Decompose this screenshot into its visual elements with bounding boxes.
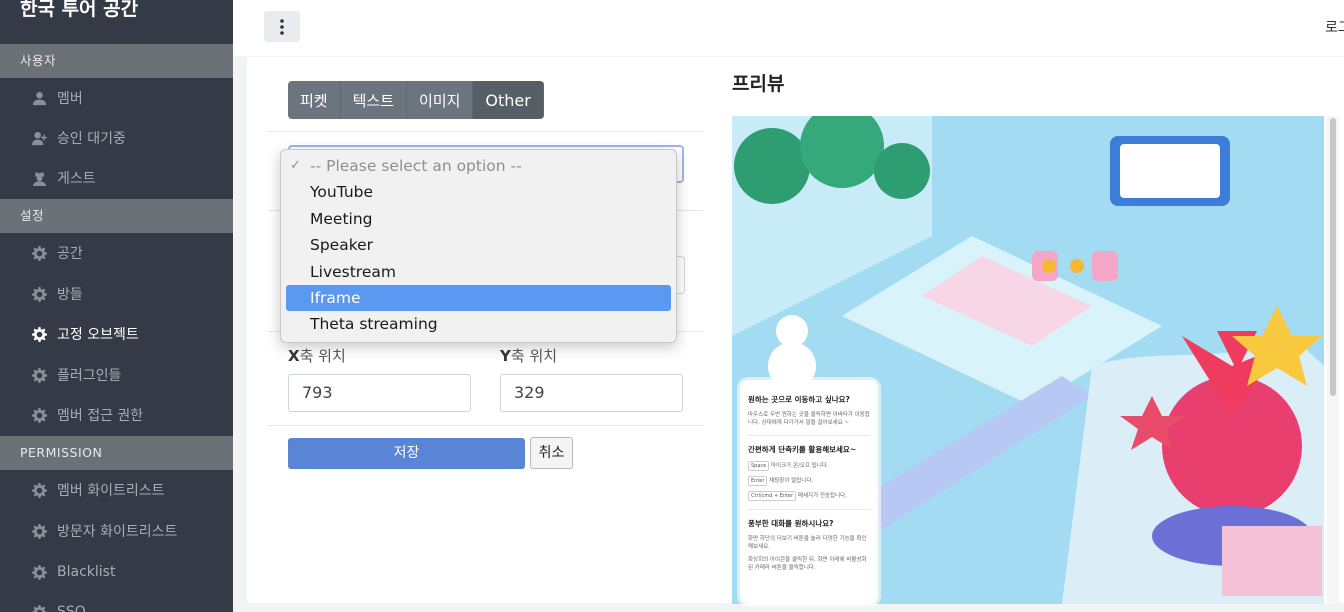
user-icon [31, 90, 47, 106]
divider [748, 435, 870, 436]
help-shortcut: Ctrl/cmd + Enter 메세지가 전송됩니다. [748, 491, 870, 501]
tab-text[interactable]: 텍스트 [340, 81, 408, 119]
sidebar-item-label: 플러그인들 [57, 368, 122, 384]
key-badge: Space [748, 461, 770, 471]
tab-other[interactable]: Other [473, 81, 544, 119]
scrollbar-thumb[interactable] [1330, 118, 1336, 396]
y-position-input[interactable]: 329 [500, 374, 683, 412]
option-meeting[interactable]: Meeting [286, 206, 671, 232]
gear-icon [31, 367, 47, 383]
option-iframe[interactable]: Iframe [286, 284, 671, 312]
object-type-tabs: 피켓 텍스트 이미지 Other [288, 81, 544, 119]
more-menu-button[interactable] [264, 11, 300, 42]
gear-icon [31, 326, 47, 342]
sidebar-item-fixed-objects[interactable]: 고정 오브젝트 [0, 314, 233, 354]
sidebar: 한국 투어 공간 사용자 멤버 승인 대기중 게스트 설정 공간 방들 고정 오… [0, 0, 233, 612]
option-speaker[interactable]: Speaker [286, 232, 671, 258]
help-shortcut-text: 채팅창이 열립니다. [769, 478, 814, 484]
divider [268, 425, 704, 426]
key-badge: Enter [748, 476, 768, 486]
x-axis-letter: X [288, 347, 300, 365]
help-shortcut-text: 마이크가 온/오프 됩니다. [771, 463, 829, 469]
tab-picket[interactable]: 피켓 [288, 81, 341, 119]
sidebar-item-space[interactable]: 공간 [0, 233, 233, 273]
gear-icon [31, 407, 47, 423]
option-theta-streaming[interactable]: Theta streaming [286, 311, 671, 337]
sidebar-item-label: 멤버 [57, 91, 83, 107]
sidebar-item-members[interactable]: 멤버 [0, 78, 233, 118]
option-label: -- Please select an option -- [310, 157, 522, 175]
sidebar-item-label: 게스트 [57, 171, 96, 187]
preview-title: 프리뷰 [732, 73, 785, 95]
gear-icon [31, 604, 47, 612]
divider [268, 131, 704, 132]
sidebar-item-member-access[interactable]: 멤버 접근 권한 [0, 395, 233, 435]
help-heading: 풍부한 대화를 원하시나요? [748, 519, 834, 528]
help-shortcut: Space 마이크가 온/오프 됩니다. [748, 461, 870, 471]
section-users: 사용자 [0, 44, 233, 78]
user-secret-icon [31, 170, 47, 186]
sidebar-item-label: Blacklist [57, 564, 116, 580]
x-position-input[interactable]: 793 [288, 374, 471, 412]
gear-icon [31, 482, 47, 498]
help-heading: 원하는 곳으로 이동하고 싶나요? [748, 395, 850, 404]
help-text: 화상회의 아이콘을 클릭한 뒤, 화면 아래에 비활성화된 카메라 버튼을 클릭… [748, 557, 867, 571]
sidebar-item-label: SSO [57, 604, 86, 612]
sidebar-item-visitor-whitelist[interactable]: 방문자 화이트리스트 [0, 511, 233, 551]
y-position-label: Y축 위치 [500, 345, 557, 366]
section-permission: PERMISSION [0, 436, 233, 470]
sidebar-item-label: 방문자 화이트리스트 [57, 524, 178, 540]
gear-icon [31, 523, 47, 539]
tab-image[interactable]: 이미지 [407, 81, 474, 119]
section-settings: 설정 [0, 199, 233, 233]
sidebar-item-rooms[interactable]: 방들 [0, 274, 233, 314]
y-axis-letter: Y [500, 347, 511, 365]
key-badge: Ctrl/cmd + Enter [748, 491, 797, 501]
help-heading: 간편하게 단축키를 활용해보세요~ [748, 445, 857, 454]
option-placeholder[interactable]: ✓ -- Please select an option -- [286, 153, 671, 179]
preview-scrollbar[interactable] [1327, 116, 1339, 604]
top-bar: 로그 [233, 0, 1344, 56]
top-right-link[interactable]: 로그 [1325, 17, 1344, 37]
sidebar-item-label: 승인 대기중 [57, 131, 126, 147]
sidebar-item-blacklist[interactable]: Blacklist [0, 552, 233, 592]
help-text: 마우스로 두번 원하는 곳을 클릭하면 아바타가 이동합니다. 상대에게 다가가… [748, 412, 870, 426]
option-livestream[interactable]: Livestream [286, 259, 671, 285]
help-shortcut-text: 메세지가 전송됩니다. [797, 493, 847, 499]
gear-icon [31, 564, 47, 580]
gear-icon [31, 245, 47, 261]
sidebar-item-sso[interactable]: SSO [0, 592, 233, 612]
help-text: 화면 하단의 더보기 버튼을 눌러 다양한 기능을 확인해보세요. [748, 536, 867, 550]
brand-title: 한국 투어 공간 [20, 0, 139, 20]
cancel-button[interactable]: 취소 [530, 437, 573, 469]
preview-help-card: 원하는 곳으로 이동하고 싶나요? 마우스로 두번 원하는 곳을 클릭하면 아바… [740, 380, 878, 604]
sidebar-item-label: 고정 오브젝트 [57, 327, 139, 343]
x-position-label: X축 위치 [288, 345, 346, 366]
sidebar-item-label: 방들 [57, 287, 83, 303]
type-select-dropdown: ✓ -- Please select an option -- YouTube … [280, 149, 677, 343]
sidebar-item-member-whitelist[interactable]: 멤버 화이트리스트 [0, 470, 233, 510]
y-label-text: 축 위치 [510, 347, 558, 365]
save-button[interactable]: 저장 [288, 438, 525, 469]
sidebar-item-label: 공간 [57, 246, 83, 262]
sidebar-item-plugins[interactable]: 플러그인들 [0, 355, 233, 395]
kebab-icon [280, 18, 284, 35]
x-label-text: 축 위치 [299, 347, 346, 365]
gear-icon [31, 286, 47, 302]
sidebar-item-guest[interactable]: 게스트 [0, 158, 233, 198]
divider [748, 509, 870, 510]
sidebar-item-pending[interactable]: 승인 대기중 [0, 118, 233, 158]
secondary-select[interactable] [676, 256, 685, 294]
checkmark-icon: ✓ [290, 158, 301, 173]
user-plus-icon [31, 130, 47, 146]
sidebar-item-label: 멤버 접근 권한 [57, 408, 144, 424]
option-youtube[interactable]: YouTube [286, 179, 671, 205]
sidebar-item-label: 멤버 화이트리스트 [57, 483, 165, 499]
help-shortcut: Enter 채팅창이 열립니다. [748, 476, 870, 486]
